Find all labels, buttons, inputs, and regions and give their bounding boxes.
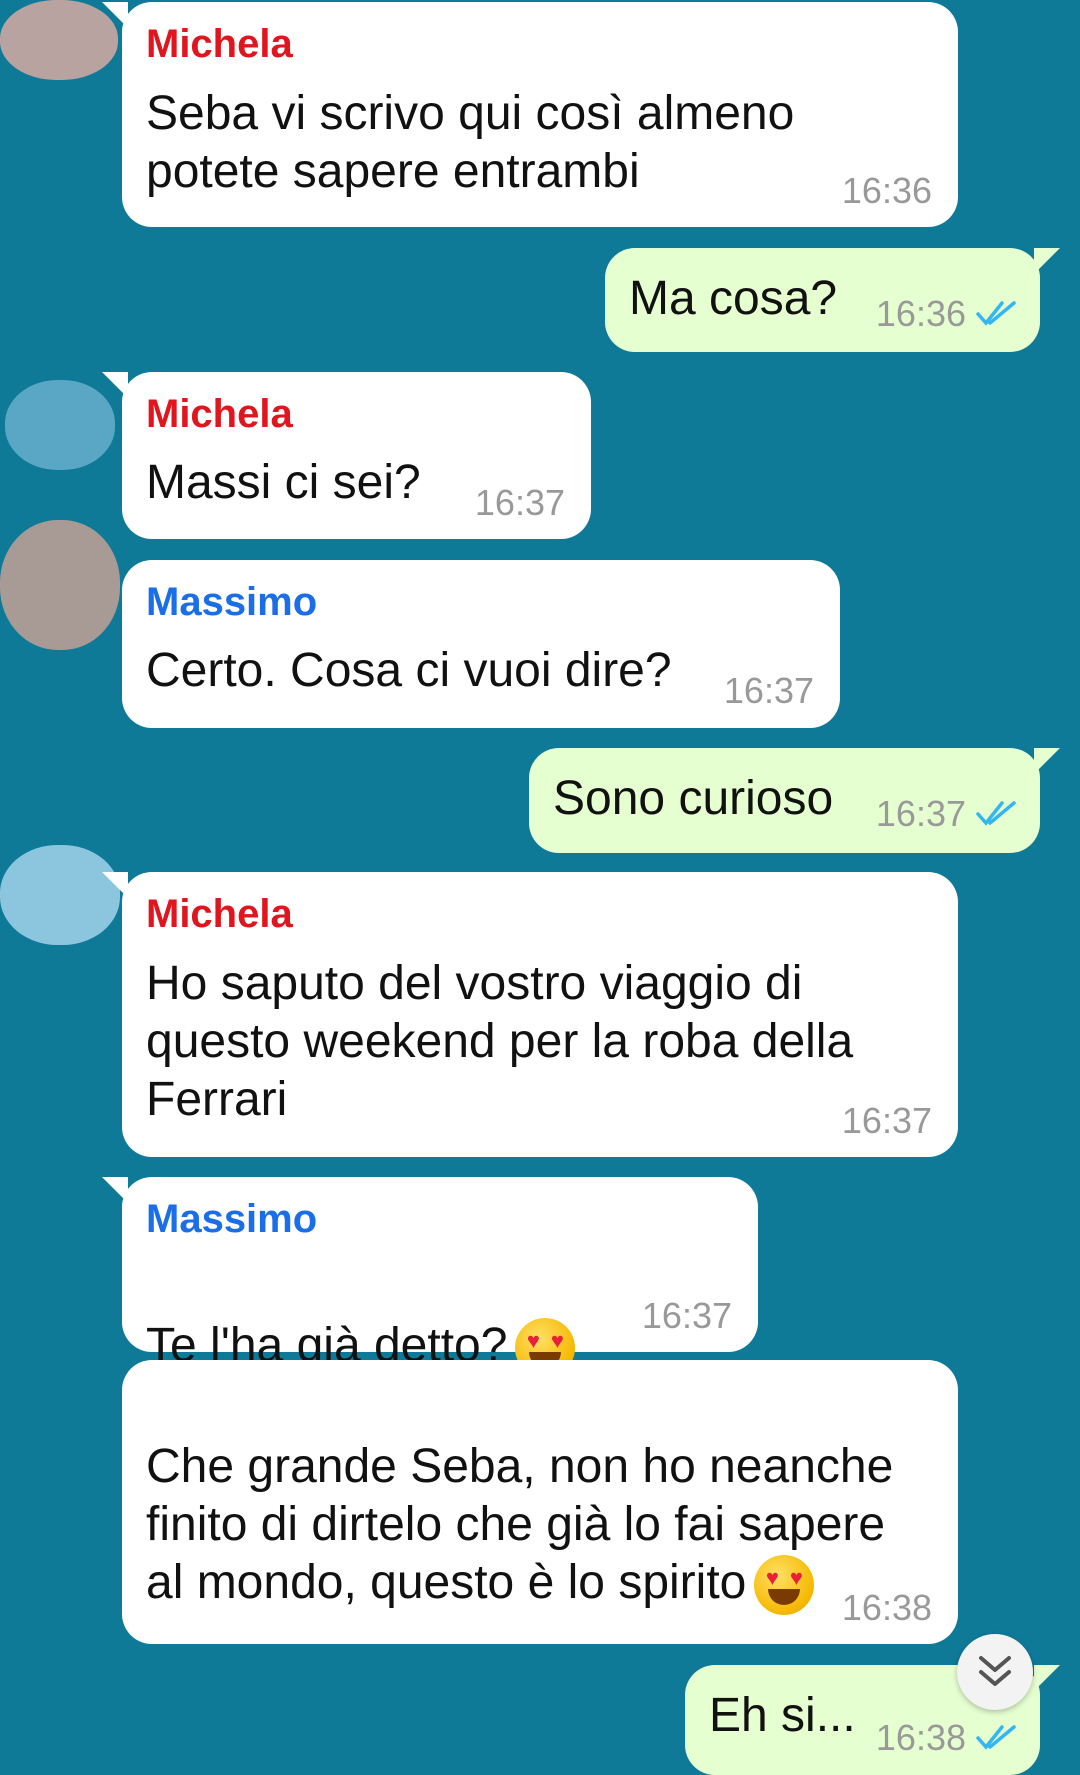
message-outgoing[interactable]: Sono curioso 16:37 [529, 748, 1060, 853]
message-outgoing[interactable]: Ma cosa? 16:36 [605, 248, 1060, 352]
message-text: Massi ci sei? [146, 456, 421, 509]
message-time: 16:37 [474, 482, 565, 523]
message-incoming[interactable]: Michela Massi ci sei? 16:37 [102, 372, 591, 539]
message-incoming[interactable]: Michela Ho saputo del vostro viaggio di … [102, 872, 958, 1157]
message-time: 16:37 [641, 1295, 732, 1336]
message-incoming[interactable]: Che grande Seba, non ho neanche finito d… [122, 1360, 958, 1644]
sender-name: Michela [146, 22, 293, 66]
message-text: Certo. Cosa ci vuoi dire? [146, 644, 672, 697]
sender-name: Michela [146, 392, 293, 436]
sender-name: Massimo [146, 1197, 318, 1241]
message-incoming[interactable]: Massimo Certo. Cosa ci vuoi dire? 16:37 [122, 560, 840, 728]
chevrons-down-icon [979, 1656, 1011, 1686]
message-incoming[interactable]: Michela Seba vi scrivo qui così almeno p… [102, 2, 958, 227]
message-incoming[interactable]: Massimo Te l'ha già detto? ♥ ♥ 16:37 [102, 1177, 758, 1379]
message-text: Che grande Seba, non ho neanche finito d… [146, 1380, 893, 1616]
sender-name: Massimo [146, 580, 318, 624]
double-check-icon [976, 801, 1016, 826]
message-text: Eh si... [709, 1689, 856, 1742]
redacted-avatar [5, 380, 115, 470]
message-text: Ma cosa? [629, 272, 838, 325]
redacted-avatar [0, 520, 120, 650]
heart-eyes-emoji: ♥ ♥ [754, 1555, 815, 1616]
message-time: 16:37 [723, 670, 814, 711]
double-check-icon [976, 301, 1016, 326]
message-time: 16:36 [875, 293, 966, 334]
double-check-icon [976, 1725, 1016, 1750]
message-time: 16:38 [841, 1587, 932, 1628]
message-time: 16:37 [841, 1100, 932, 1141]
scroll-to-bottom-button[interactable] [957, 1634, 1033, 1710]
message-time: 16:37 [875, 793, 966, 834]
message-text: Seba vi scrivo qui così almeno potete sa… [146, 87, 795, 198]
message-time: 16:36 [841, 170, 932, 211]
message-text: Ho saputo del vostro viaggio di questo w… [146, 957, 854, 1126]
sender-name: Michela [146, 892, 293, 936]
message-text: Sono curioso [553, 772, 834, 825]
redacted-avatar [0, 0, 118, 80]
